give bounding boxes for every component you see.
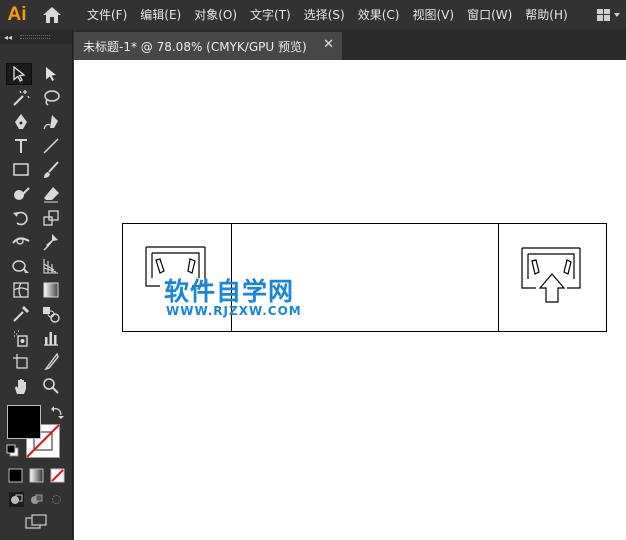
- watermark-url: WWW.RJZXW.COM: [166, 304, 302, 318]
- type-tool-icon[interactable]: [8, 135, 34, 157]
- lasso-tool-icon[interactable]: [38, 87, 64, 109]
- screen-mode-icon[interactable]: [25, 514, 47, 530]
- artwork: [122, 223, 607, 332]
- perspective-grid-tool-icon[interactable]: [38, 255, 64, 277]
- menu-edit[interactable]: 编辑(E): [135, 0, 189, 30]
- direct-selection-tool-icon[interactable]: [38, 63, 64, 85]
- menu-window[interactable]: 窗口(W): [462, 0, 520, 30]
- hand-tool-icon[interactable]: [8, 375, 34, 397]
- app-logo: Ai: [7, 4, 27, 25]
- panel-grip[interactable]: [20, 35, 50, 39]
- default-fill-stroke-icon[interactable]: [5, 443, 20, 458]
- main-menu: 文件(F) 编辑(E) 对象(O) 文字(T) 选择(S) 效果(C) 视图(V…: [82, 0, 576, 30]
- width-tool-icon[interactable]: [8, 231, 34, 253]
- slice-tool-icon[interactable]: [38, 351, 64, 373]
- draw-inside-icon[interactable]: [49, 492, 64, 507]
- blend-tool-icon[interactable]: [38, 303, 64, 325]
- symbol-sprayer-tool-icon[interactable]: [8, 327, 34, 349]
- column-graph-tool-icon[interactable]: [38, 327, 64, 349]
- magic-wand-tool-icon[interactable]: [8, 87, 34, 109]
- curvature-tool-icon[interactable]: [38, 111, 64, 133]
- shaper-tool-icon[interactable]: [8, 183, 34, 205]
- selection-tool-icon[interactable]: [6, 63, 32, 85]
- fill-swatch[interactable]: [7, 405, 41, 439]
- menu-bar: Ai 文件(F) 编辑(E) 对象(O) 文字(T) 选择(S) 效果(C) 视…: [0, 0, 626, 30]
- none-mode-button[interactable]: [50, 468, 65, 483]
- pen-tool-icon[interactable]: [8, 111, 34, 133]
- menu-object[interactable]: 对象(O): [189, 0, 245, 30]
- scale-tool-icon[interactable]: [38, 207, 64, 229]
- menu-help[interactable]: 帮助(H): [520, 0, 575, 30]
- zoom-tool-icon[interactable]: [38, 375, 64, 397]
- eraser-tool-icon[interactable]: [38, 183, 64, 205]
- rotate-tool-icon[interactable]: [8, 207, 34, 229]
- menu-type[interactable]: 文字(T): [245, 0, 299, 30]
- gradient-mode-button[interactable]: [29, 468, 44, 483]
- draw-behind-icon[interactable]: [29, 492, 44, 507]
- menu-file[interactable]: 文件(F): [82, 0, 135, 30]
- workspace-switcher-button[interactable]: [591, 0, 626, 30]
- gradient-tool-icon[interactable]: [38, 279, 64, 301]
- document-tab-bar: 未标题-1* @ 78.08% (CMYK/GPU 预览) ✕: [74, 30, 626, 60]
- line-segment-tool-icon[interactable]: [38, 135, 64, 157]
- home-icon[interactable]: [34, 0, 70, 30]
- swap-fill-stroke-icon[interactable]: [50, 405, 65, 420]
- workspace-grid-icon: [597, 9, 620, 21]
- eyedropper-tool-icon[interactable]: [8, 303, 34, 325]
- paintbrush-tool-icon[interactable]: [38, 159, 64, 181]
- upload-tray-icon-right: [521, 247, 581, 303]
- draw-normal-icon[interactable]: [9, 492, 24, 507]
- artboard-tool-icon[interactable]: [8, 351, 34, 373]
- menu-select[interactable]: 选择(S): [299, 0, 353, 30]
- shape-builder-tool-icon[interactable]: [8, 255, 34, 277]
- watermark-title: 软件自学网: [164, 277, 295, 306]
- tools-panel-header: ◂◂: [0, 30, 72, 44]
- puppet-warp-tool-icon[interactable]: [38, 231, 64, 253]
- menu-view[interactable]: 视图(V): [407, 0, 462, 30]
- color-mode-button[interactable]: [8, 468, 23, 483]
- rectangle-tool-icon[interactable]: [8, 159, 34, 181]
- document-tab-title: 未标题-1* @ 78.08% (CMYK/GPU 预览): [83, 39, 307, 54]
- close-tab-icon[interactable]: ✕: [323, 37, 334, 52]
- menu-effect[interactable]: 效果(C): [353, 0, 408, 30]
- tab-document[interactable]: 未标题-1* @ 78.08% (CMYK/GPU 预览) ✕: [74, 32, 342, 60]
- collapse-panel-button[interactable]: ◂◂: [4, 33, 12, 42]
- artboard-canvas[interactable]: 软件自学网 WWW.RJZXW.COM: [74, 60, 626, 540]
- mesh-tool-icon[interactable]: [8, 279, 34, 301]
